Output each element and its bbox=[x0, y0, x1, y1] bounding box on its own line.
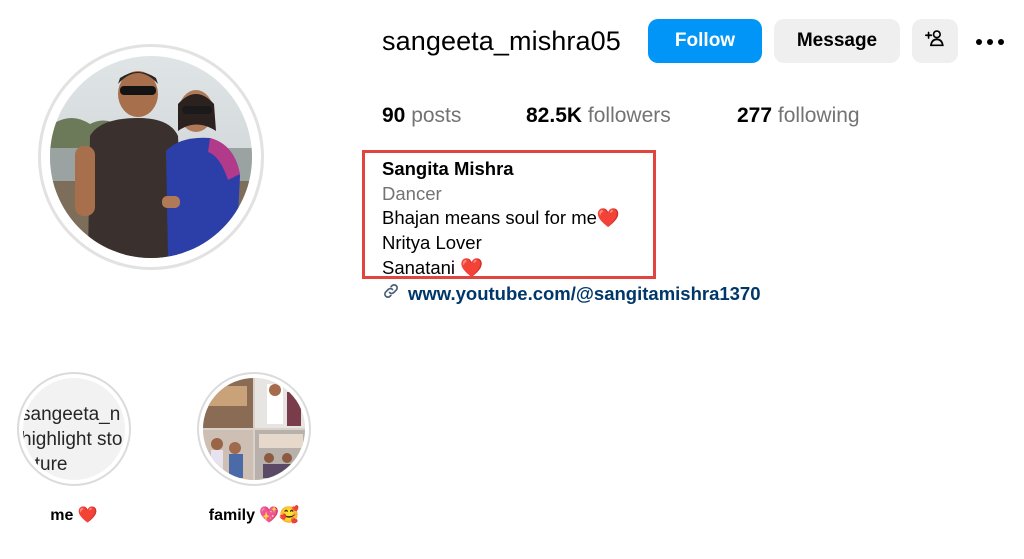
highlight-label-me: me ❤️ bbox=[50, 507, 98, 524]
alt-text-line: icture bbox=[23, 454, 68, 475]
posts-count: 90 bbox=[382, 104, 406, 127]
add-user-icon bbox=[924, 27, 946, 55]
following-label: following bbox=[777, 104, 860, 127]
add-user-button[interactable] bbox=[912, 19, 958, 63]
profile-avatar[interactable] bbox=[50, 56, 252, 258]
bio-link[interactable]: www.youtube.com/@sangitamishra1370 bbox=[382, 282, 761, 305]
highlight-cover-image: sangeeta_n highlight sto icture bbox=[23, 378, 125, 480]
message-button[interactable]: Message bbox=[774, 19, 900, 63]
bio-line-2: Nritya Lover bbox=[382, 232, 482, 253]
posts-stat: 90 posts bbox=[382, 104, 461, 128]
story-highlight-family[interactable] bbox=[197, 372, 311, 486]
followers-label: followers bbox=[587, 104, 671, 127]
highlight-label-family: family 💖🥰 bbox=[208, 507, 300, 524]
follow-button[interactable]: Follow bbox=[648, 19, 762, 63]
posts-label: posts bbox=[411, 104, 462, 127]
link-icon bbox=[382, 282, 400, 305]
bio-line-1: Bhajan means soul for me❤️ bbox=[382, 207, 620, 228]
bio-link-text[interactable]: www.youtube.com/@sangitamishra1370 bbox=[408, 283, 761, 305]
story-highlight-me[interactable]: sangeeta_n highlight sto icture bbox=[17, 372, 131, 486]
more-options-button[interactable] bbox=[970, 22, 1010, 62]
broken-image-alt-text: sangeeta_n highlight sto icture bbox=[23, 402, 125, 477]
alt-text-line: sangeeta_n bbox=[23, 404, 121, 425]
alt-text-line: highlight sto bbox=[23, 429, 123, 450]
followers-count: 82.5K bbox=[526, 104, 583, 127]
more-icon bbox=[975, 33, 1005, 51]
bio-category: Dancer bbox=[382, 183, 442, 204]
profile-avatar-ring[interactable] bbox=[38, 44, 264, 270]
following-count: 277 bbox=[737, 104, 773, 127]
highlight-cover-image bbox=[203, 378, 305, 480]
profile-username: sangeeta_mishra05 bbox=[382, 26, 621, 56]
bio-full-name: Sangita Mishra bbox=[382, 158, 514, 179]
following-stat[interactable]: 277 following bbox=[737, 104, 860, 128]
bio-line-3: Sanatani ❤️ bbox=[382, 257, 484, 278]
followers-stat[interactable]: 82.5K followers bbox=[526, 104, 671, 128]
